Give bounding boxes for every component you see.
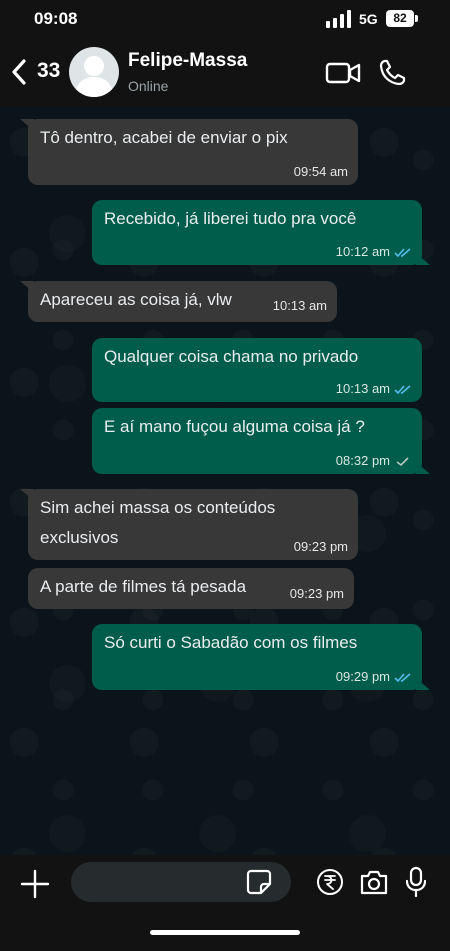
phone-icon[interactable] — [377, 58, 407, 88]
battery-icon — [415, 15, 418, 22]
message-time: 08:32 pm — [335, 453, 390, 468]
message-meta: 09:29 pm — [336, 670, 412, 684]
message-meta: 08:32 pm — [336, 454, 412, 468]
message-time: 09:29 pm — [335, 669, 390, 684]
message-text: Tô dentro, acabei de enviar o pix — [40, 128, 288, 147]
message-time: 09:23 pm — [293, 539, 348, 554]
bubble-tail — [416, 253, 430, 265]
camera-icon[interactable] — [359, 868, 389, 896]
bubble-tail — [20, 489, 34, 501]
message-time: 09:54 am — [293, 164, 348, 179]
message-time: 09:23 pm — [289, 586, 344, 601]
message-text: Sim achei massa os conteúdos — [40, 498, 276, 517]
message-meta: 09:54 am — [294, 165, 348, 179]
sent-tick-icon — [396, 456, 409, 466]
message-text: Qualquer coisa chama no privado — [104, 347, 359, 366]
message-time: 10:13 am — [272, 298, 327, 313]
message-meta: 10:13 am — [336, 382, 412, 396]
read-ticks-icon — [394, 247, 411, 257]
contact-name[interactable]: Felipe-Massa — [128, 50, 247, 72]
message-outgoing[interactable]: Recebido, já liberei tudo pra você 10:12… — [92, 200, 430, 265]
message-text: Só curti o Sabadão com os filmes — [104, 633, 358, 652]
mic-icon[interactable] — [405, 866, 427, 898]
message-meta: 10:12 am — [336, 245, 412, 259]
avatar-placeholder-icon — [74, 56, 114, 97]
network-type: 5G — [359, 11, 378, 27]
bubble-tail — [20, 119, 34, 131]
plus-icon[interactable] — [20, 869, 50, 899]
message-time: 10:12 am — [335, 244, 390, 259]
message-outgoing[interactable]: E aí mano fuçou alguma coisa já ? 08:32 … — [92, 408, 430, 474]
message-text: Apareceu as coisa já, vlw — [40, 290, 232, 309]
message-text-line2: exclusivos — [40, 528, 119, 547]
message-outgoing[interactable]: Qualquer coisa chama no privado 10:13 am — [92, 338, 422, 402]
message-text: A parte de filmes tá pesada — [40, 577, 247, 596]
message-incoming[interactable]: Apareceu as coisa já, vlw 10:13 am — [20, 281, 337, 322]
video-call-icon[interactable] — [325, 60, 361, 86]
message-time: 10:13 am — [335, 381, 390, 396]
avatar[interactable] — [69, 47, 119, 97]
bubble-tail — [20, 281, 34, 293]
message-meta: 10:13 am — [273, 299, 327, 313]
chat-area[interactable]: Tô dentro, acabei de enviar o pix 09:54 … — [0, 106, 450, 855]
unread-count[interactable]: 33 — [37, 59, 60, 83]
status-bar: 09:08 5G 82 — [0, 0, 450, 38]
read-ticks-icon — [394, 672, 411, 682]
home-indicator[interactable] — [150, 930, 300, 935]
battery-level: 82 — [386, 10, 414, 27]
bubble-tail — [416, 462, 430, 474]
bubble-tail — [416, 678, 430, 690]
message-meta: 09:23 pm — [294, 540, 348, 554]
chat-header: 33 Felipe-Massa Online — [0, 38, 450, 106]
read-ticks-icon — [394, 384, 411, 394]
rupee-payment-icon[interactable] — [316, 868, 344, 896]
message-text: Recebido, já liberei tudo pra você — [104, 209, 357, 228]
status-time: 09:08 — [34, 9, 78, 28]
message-incoming[interactable]: Sim achei massa os conteúdos exclusivos … — [20, 489, 358, 560]
message-outgoing[interactable]: Só curti o Sabadão com os filmes 09:29 p… — [92, 624, 430, 690]
message-text: E aí mano fuçou alguma coisa já ? — [104, 417, 365, 436]
contact-status: Online — [128, 78, 169, 94]
message-incoming[interactable]: A parte de filmes tá pesada 09:23 pm — [28, 568, 354, 609]
input-bar — [0, 855, 450, 951]
sticker-icon[interactable] — [246, 869, 272, 895]
signal-icon — [326, 10, 351, 28]
back-chevron-icon[interactable] — [10, 58, 28, 86]
message-meta: 09:23 pm — [290, 587, 344, 601]
message-incoming[interactable]: Tô dentro, acabei de enviar o pix 09:54 … — [20, 119, 358, 185]
